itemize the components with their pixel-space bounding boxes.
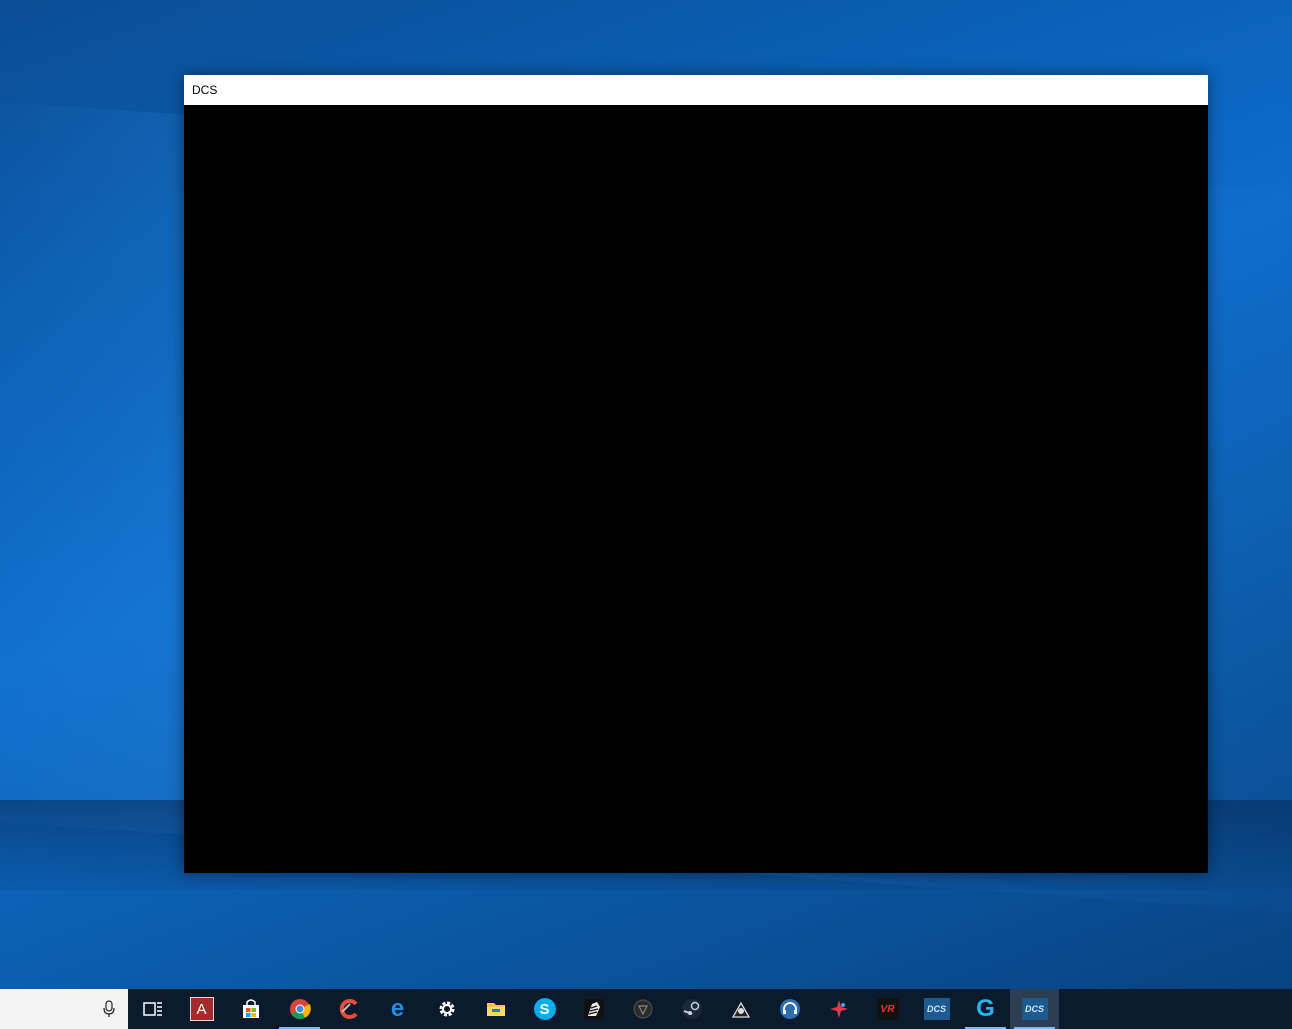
taskbar-file-explorer[interactable] bbox=[471, 989, 520, 1029]
taskbar-settings[interactable] bbox=[422, 989, 471, 1029]
taskbar-edge[interactable]: e bbox=[373, 989, 422, 1029]
red-star-app-icon bbox=[829, 1000, 848, 1018]
taskbar-red-star-app[interactable] bbox=[814, 989, 863, 1029]
ccleaner-icon bbox=[339, 999, 358, 1019]
dcs-app-icon: DCS bbox=[923, 998, 950, 1020]
app-a-icon: A bbox=[189, 997, 214, 1021]
edge-icon: e bbox=[387, 995, 409, 1022]
taskbar-microsoft-store[interactable] bbox=[226, 989, 275, 1029]
taskbar-dark-circle-app[interactable] bbox=[618, 989, 667, 1029]
window-title: DCS bbox=[192, 83, 218, 97]
headset-app-icon bbox=[779, 999, 800, 1019]
taskbar-logitech-g[interactable]: G bbox=[961, 989, 1010, 1029]
dcs-window[interactable]: DCS bbox=[184, 75, 1208, 873]
taskbar-speaker-app[interactable] bbox=[716, 989, 765, 1029]
taskbar-headset-app[interactable] bbox=[765, 989, 814, 1029]
task-view-button[interactable] bbox=[128, 989, 177, 1029]
taskbar-ccleaner[interactable] bbox=[324, 989, 373, 1029]
file-explorer-icon bbox=[486, 1003, 505, 1016]
microphone-icon[interactable] bbox=[102, 1000, 116, 1018]
window-client-area[interactable] bbox=[184, 105, 1208, 873]
edge-label: e bbox=[390, 995, 405, 1022]
taskbar-app-a[interactable]: A bbox=[177, 989, 226, 1029]
taskbar-vr-app[interactable]: VR bbox=[863, 989, 912, 1029]
task-view-icon bbox=[142, 1002, 162, 1016]
taskbar-skype[interactable]: S bbox=[520, 989, 569, 1029]
taskbar-zebra-app[interactable] bbox=[569, 989, 618, 1029]
speaker-app-icon bbox=[731, 1001, 750, 1018]
taskbar-chrome[interactable] bbox=[275, 989, 324, 1029]
taskbar-dcs-window[interactable]: DCS bbox=[1010, 989, 1059, 1029]
zebra-app-icon bbox=[583, 999, 604, 1019]
skype-icon: S bbox=[533, 998, 556, 1020]
taskbar-dcs-app[interactable]: DCS bbox=[912, 989, 961, 1029]
taskbar: A e S VR DCS G DCS bbox=[0, 989, 1292, 1029]
settings-gear-icon bbox=[439, 1001, 454, 1017]
vr-app-icon: VR bbox=[876, 998, 899, 1020]
logitech-g-icon: G bbox=[975, 995, 997, 1022]
dcs-app-label: DCS bbox=[926, 1004, 946, 1014]
logitech-g-label: G bbox=[976, 995, 995, 1022]
skype-label: S bbox=[539, 1000, 550, 1018]
dcs-window-icon: DCS bbox=[1021, 998, 1048, 1020]
window-titlebar[interactable]: DCS bbox=[184, 75, 1208, 105]
app-a-label: A bbox=[196, 1000, 207, 1018]
microsoft-store-icon bbox=[242, 999, 259, 1018]
dark-circle-app-icon bbox=[633, 999, 652, 1019]
dcs-window-label: DCS bbox=[1024, 1004, 1044, 1014]
taskbar-steam[interactable] bbox=[667, 989, 716, 1029]
taskbar-search-box[interactable] bbox=[0, 989, 128, 1029]
chrome-icon bbox=[289, 999, 311, 1020]
steam-icon bbox=[681, 999, 702, 1019]
vr-label: VR bbox=[880, 1003, 895, 1015]
